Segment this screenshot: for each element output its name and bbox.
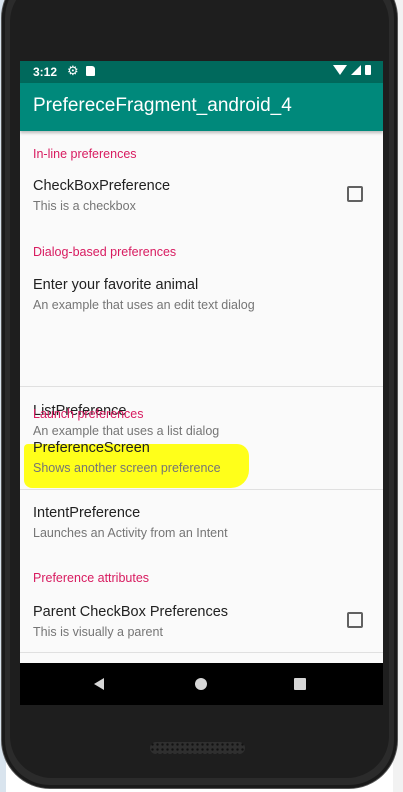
parent-checkbox[interactable] [347, 612, 363, 628]
home-icon[interactable] [195, 678, 207, 690]
checkbox-preference[interactable]: CheckBoxPreference This is a checkbox [20, 167, 383, 219]
intent-preference-summary: Launches an Activity from an Intent [33, 526, 228, 540]
preference-screen-summary: Shows another screen preference [33, 461, 221, 475]
speaker-grille [150, 742, 245, 754]
status-bar: 3:12 ⚙ [20, 61, 383, 83]
divider [20, 652, 383, 653]
status-time: 3:12 [33, 65, 58, 79]
battery-icon [365, 65, 371, 75]
recents-icon[interactable] [294, 678, 306, 690]
parent-checkbox-summary: This is visually a parent [33, 625, 163, 639]
edittext-preference-summary: An example that uses an edit text dialog [33, 298, 255, 312]
checkbox-preference-title: CheckBoxPreference [33, 178, 171, 194]
category-launch: Launch preferences [33, 407, 144, 421]
back-icon[interactable] [94, 678, 104, 690]
status-icons [333, 65, 371, 75]
preference-screen-title: PreferenceScreen [33, 440, 150, 456]
category-inline: In-line preferences [33, 147, 137, 161]
signal-icon [351, 65, 361, 75]
app-bar: PrefereceFragment_android_4 [20, 83, 383, 131]
edittext-preference-title: Enter your favorite animal [33, 277, 199, 293]
gear-icon: ⚙ [67, 63, 79, 78]
wifi-icon [333, 65, 347, 75]
navigation-bar [20, 663, 383, 705]
checkbox-preference-summary: This is a checkbox [33, 199, 136, 213]
checkbox[interactable] [347, 186, 363, 202]
intent-preference[interactable]: IntentPreference Launches an Activity fr… [20, 490, 383, 552]
parent-checkbox-preference[interactable]: Parent CheckBox Preferences This is visu… [20, 591, 383, 653]
category-dialog: Dialog-based preferences [33, 245, 177, 259]
device-screen: 3:12 ⚙ PrefereceFragment_android_4 In-li… [20, 61, 383, 705]
parent-checkbox-title: Parent CheckBox Preferences [33, 604, 229, 620]
intent-preference-title: IntentPreference [33, 505, 141, 521]
category-attributes: Preference attributes [33, 571, 150, 585]
edittext-preference[interactable]: Enter your favorite animal An example th… [20, 264, 383, 324]
preference-screen[interactable]: PreferenceScreen Shows another screen pr… [20, 431, 383, 491]
sd-card-icon [86, 66, 95, 76]
app-title: PrefereceFragment_android_4 [33, 95, 292, 116]
